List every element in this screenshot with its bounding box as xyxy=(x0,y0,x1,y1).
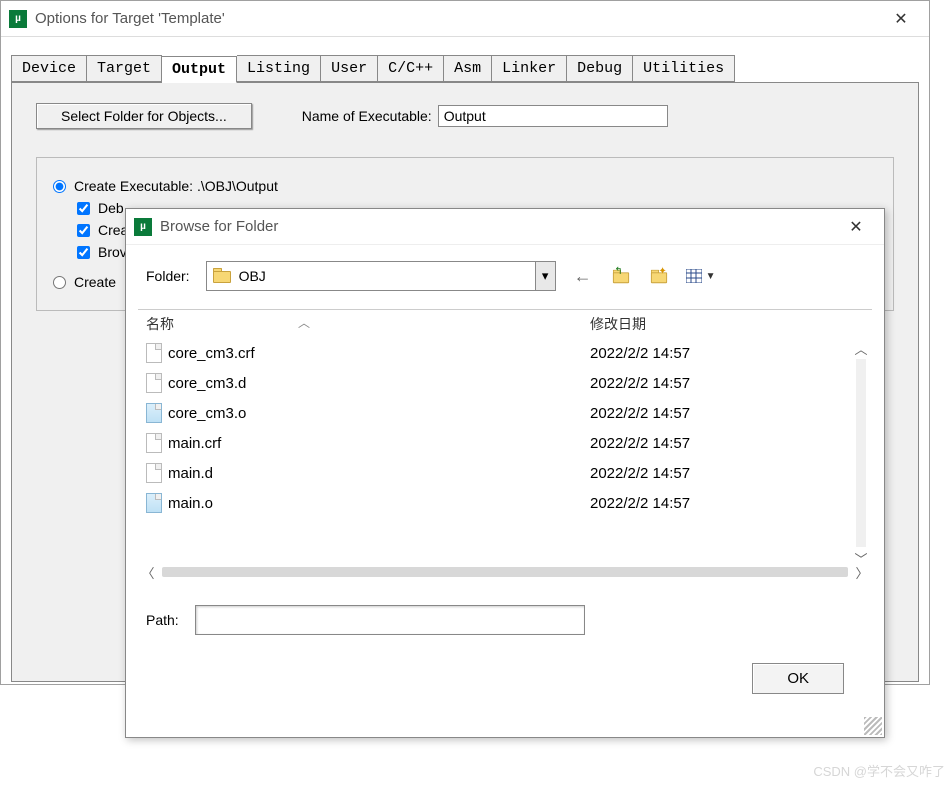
file-name: core_cm3.crf xyxy=(168,345,255,362)
vertical-scrollbar[interactable]: ︿ ﹀ xyxy=(852,339,870,569)
file-row[interactable]: core_cm3.d 2022/2/2 14:57 xyxy=(138,368,872,398)
executable-name-input[interactable] xyxy=(438,105,668,127)
up-folder-icon[interactable]: ↰ xyxy=(610,266,632,286)
file-icon xyxy=(146,343,162,363)
file-icon xyxy=(146,403,162,423)
create-executable-radio-row[interactable]: Create Executable: .\OBJ\Output xyxy=(53,178,877,194)
scroll-up-icon[interactable]: ︿ xyxy=(852,339,870,357)
scroll-down-icon[interactable]: ﹀ xyxy=(852,549,870,567)
file-name: main.d xyxy=(168,465,213,482)
tab-cc[interactable]: C/C++ xyxy=(378,55,444,82)
file-list-header: 名称 ︿ 修改日期 xyxy=(138,310,872,338)
close-icon[interactable]: ✕ xyxy=(836,213,876,241)
file-row[interactable]: main.crf 2022/2/2 14:57 xyxy=(138,428,872,458)
folder-combo-text: OBJ xyxy=(239,268,535,284)
debug-label: Deb xyxy=(98,200,124,216)
create-executable-radio[interactable] xyxy=(53,180,66,193)
tab-device[interactable]: Device xyxy=(11,55,87,82)
ok-button[interactable]: OK xyxy=(752,663,844,694)
file-row[interactable]: main.o 2022/2/2 14:57 xyxy=(138,488,872,518)
tab-utilities[interactable]: Utilities xyxy=(633,55,735,82)
file-date: 2022/2/2 14:57 xyxy=(590,465,870,482)
file-row[interactable]: main.d 2022/2/2 14:57 xyxy=(138,458,872,488)
tab-debug[interactable]: Debug xyxy=(567,55,633,82)
tab-linker[interactable]: Linker xyxy=(492,55,567,82)
browse-label: Brov xyxy=(98,244,127,260)
file-icon xyxy=(146,433,162,453)
options-titlebar: µ Options for Target 'Template' ✕ xyxy=(1,1,929,37)
app-icon: µ xyxy=(134,218,152,236)
horizontal-scrollbar[interactable]: 〈 〉 xyxy=(138,563,872,581)
watermark: CSDN @学不会又咋了 xyxy=(813,761,945,780)
sort-chevron-icon[interactable]: ︿ xyxy=(298,314,310,331)
chevron-down-icon[interactable]: ▼ xyxy=(706,271,716,282)
folder-label: Folder: xyxy=(146,268,190,284)
file-name: main.crf xyxy=(168,435,221,452)
tab-strip: DeviceTargetOutputListingUserC/C++AsmLin… xyxy=(11,55,929,82)
create-executable-label: Create Executable: .\OBJ\Output xyxy=(74,178,278,194)
file-row[interactable]: core_cm3.o 2022/2/2 14:57 xyxy=(138,398,872,428)
debug-checkbox[interactable] xyxy=(77,202,90,215)
file-date: 2022/2/2 14:57 xyxy=(590,495,870,512)
folder-icon xyxy=(213,268,233,284)
new-folder-icon[interactable]: ✦ xyxy=(648,266,670,286)
column-date-header[interactable]: 修改日期 xyxy=(590,314,870,334)
browse-checkbox[interactable] xyxy=(77,246,90,259)
create-library-label: Create xyxy=(74,274,116,290)
resize-grip-icon[interactable] xyxy=(864,717,882,735)
browse-title: Browse for Folder xyxy=(160,218,836,235)
select-folder-button[interactable]: Select Folder for Objects... xyxy=(36,103,252,129)
file-icon xyxy=(146,463,162,483)
file-icon xyxy=(146,373,162,393)
browse-folder-dialog: µ Browse for Folder ✕ Folder: OBJ ▾ ← ↰ … xyxy=(125,208,885,738)
path-label: Path: xyxy=(146,612,179,628)
scroll-track[interactable] xyxy=(162,567,848,577)
file-list: 名称 ︿ 修改日期 core_cm3.crf2022/2/2 14:57core… xyxy=(138,309,872,559)
view-options-icon[interactable] xyxy=(686,269,702,283)
folder-combobox[interactable]: OBJ ▾ xyxy=(206,261,556,291)
file-name: core_cm3.d xyxy=(168,375,246,392)
options-title: Options for Target 'Template' xyxy=(35,10,881,27)
back-arrow-icon[interactable]: ← xyxy=(572,266,594,286)
executable-name-label: Name of Executable: xyxy=(302,108,432,124)
file-icon xyxy=(146,493,162,513)
file-name: core_cm3.o xyxy=(168,405,246,422)
create-library-radio[interactable] xyxy=(53,276,66,289)
browse-titlebar: µ Browse for Folder ✕ xyxy=(126,209,884,245)
file-date: 2022/2/2 14:57 xyxy=(590,435,870,452)
tab-listing[interactable]: Listing xyxy=(237,55,321,82)
tab-user[interactable]: User xyxy=(321,55,378,82)
tab-asm[interactable]: Asm xyxy=(444,55,492,82)
app-icon: µ xyxy=(9,10,27,28)
column-name-header[interactable]: 名称 xyxy=(140,314,590,334)
file-row[interactable]: core_cm3.crf 2022/2/2 14:57 xyxy=(138,338,872,368)
file-date: 2022/2/2 14:57 xyxy=(590,345,870,362)
scroll-track[interactable] xyxy=(856,359,866,547)
chevron-down-icon[interactable]: ▾ xyxy=(535,262,555,290)
create-hex-checkbox[interactable] xyxy=(77,224,90,237)
file-name: main.o xyxy=(168,495,213,512)
create-hex-label: Crea xyxy=(98,222,128,238)
tab-target[interactable]: Target xyxy=(87,55,162,82)
close-icon[interactable]: ✕ xyxy=(881,5,921,33)
file-date: 2022/2/2 14:57 xyxy=(590,405,870,422)
tab-output[interactable]: Output xyxy=(162,56,237,83)
path-input[interactable] xyxy=(195,605,585,635)
scroll-left-icon[interactable]: 〈 xyxy=(138,563,158,581)
file-date: 2022/2/2 14:57 xyxy=(590,375,870,392)
